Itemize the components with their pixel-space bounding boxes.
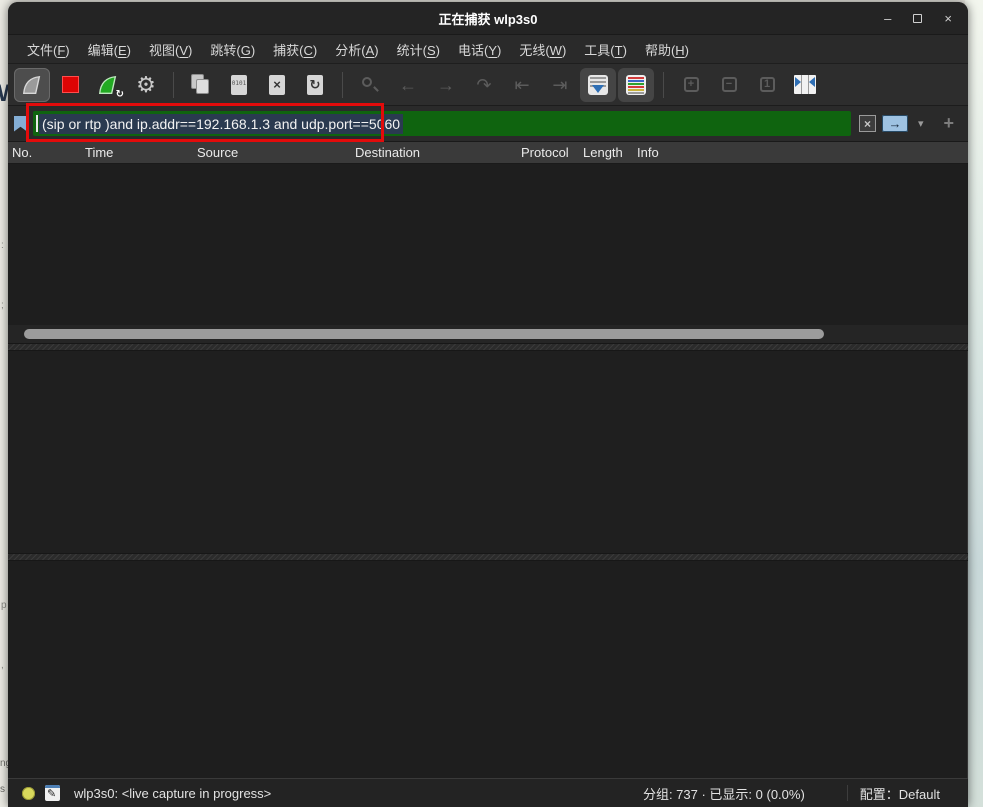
column-protocol[interactable]: Protocol	[521, 145, 569, 160]
window-title: 正在捕获 wlp3s0	[8, 9, 968, 28]
auto-scroll-button[interactable]	[580, 68, 616, 102]
go-forward-button[interactable]: →	[428, 68, 464, 102]
filter-text-selected: (sip or rtp )and ip.addr==192.168.1.3 an…	[39, 114, 403, 134]
resize-columns-icon	[794, 75, 816, 94]
resize-columns-button[interactable]	[787, 68, 823, 102]
background-text-fragment: ;	[1, 300, 4, 311]
capture-comment-icon[interactable]: ✎	[45, 785, 60, 801]
zoom-out-button[interactable]: −	[711, 68, 747, 102]
reload-file-icon: ↻	[307, 75, 323, 95]
save-file-icon: 0101	[231, 75, 247, 95]
filter-history-dropdown[interactable]: ▾	[914, 117, 928, 130]
column-info[interactable]: Info	[637, 145, 659, 160]
column-source[interactable]: Source	[197, 145, 238, 160]
menu-statistics[interactable]: 统计(S)	[388, 36, 449, 63]
close-capture-file-button[interactable]: ×	[259, 68, 295, 102]
menu-file[interactable]: 文件(F)	[18, 36, 79, 63]
filter-toolbar: (sip or rtp )and ip.addr==192.168.1.3 an…	[8, 106, 968, 142]
first-packet-icon: ⇤	[514, 76, 529, 94]
pane-splitter[interactable]	[8, 343, 968, 351]
go-first-packet-button[interactable]: ⇤	[504, 68, 540, 102]
packet-list-header: No. Time Source Destination Protocol Len…	[8, 142, 968, 164]
menu-analyze[interactable]: 分析(A)	[326, 36, 387, 63]
menu-capture[interactable]: 捕获(C)	[264, 36, 326, 63]
zoom-original-icon: 1	[760, 77, 775, 92]
column-time[interactable]: Time	[85, 145, 113, 160]
menu-tools[interactable]: 工具(T)	[575, 36, 636, 63]
find-packet-button[interactable]	[352, 68, 388, 102]
search-icon	[360, 75, 380, 95]
status-separator	[847, 785, 848, 801]
background-text-fragment: p	[1, 600, 7, 611]
toolbar-separator	[342, 72, 343, 98]
horizontal-scrollbar[interactable]	[8, 325, 968, 343]
zoom-in-button[interactable]: +	[673, 68, 709, 102]
auto-scroll-icon	[588, 75, 608, 95]
zoom-out-icon: −	[722, 77, 737, 92]
menu-telephony[interactable]: 电话(Y)	[449, 36, 510, 63]
zoom-original-button[interactable]: 1	[749, 68, 785, 102]
stop-square-icon	[62, 76, 79, 93]
open-capture-file-button[interactable]	[183, 68, 219, 102]
display-filter-input[interactable]: (sip or rtp )and ip.addr==192.168.1.3 an…	[33, 111, 851, 136]
pencil-icon: ✎	[47, 787, 56, 800]
reload-capture-file-button[interactable]: ↻	[297, 68, 333, 102]
last-packet-icon: ⇥	[552, 76, 567, 94]
goto-arrow-icon: ↷	[476, 76, 491, 94]
menu-wireless[interactable]: 无线(W)	[510, 36, 575, 63]
colorize-button[interactable]	[618, 68, 654, 102]
background-text-fragment: :	[1, 240, 4, 251]
go-back-button[interactable]: ←	[390, 68, 426, 102]
wireshark-window: 正在捕获 wlp3s0 – × 文件(F) 编辑(E) 视图(V) 跳转(G) …	[8, 2, 968, 807]
packet-list-pane[interactable]	[8, 164, 968, 325]
back-arrow-icon: ←	[399, 76, 417, 94]
go-to-packet-button[interactable]: ↷	[466, 68, 502, 102]
save-capture-file-button[interactable]: 0101	[221, 68, 257, 102]
column-no[interactable]: No.	[12, 145, 32, 160]
text-cursor	[36, 115, 38, 132]
column-destination[interactable]: Destination	[355, 145, 420, 160]
add-filter-button[interactable]: +	[933, 113, 960, 134]
restart-capture-button[interactable]: ↻	[90, 68, 126, 102]
packet-details-pane[interactable]	[8, 351, 968, 553]
background-text-fragment: ,	[1, 660, 4, 671]
column-length[interactable]: Length	[583, 145, 623, 160]
expert-info-icon[interactable]	[22, 787, 35, 800]
background-text-fragment: s	[0, 784, 5, 795]
clear-filter-button[interactable]: ×	[859, 115, 876, 132]
menu-edit[interactable]: 编辑(E)	[79, 36, 140, 63]
gear-icon: ⚙	[136, 74, 156, 96]
close-icon[interactable]: ×	[944, 12, 952, 25]
profile-text[interactable]: 配置：Default	[860, 784, 958, 803]
open-file-icon	[191, 74, 211, 96]
apply-filter-button[interactable]: →	[882, 115, 908, 132]
toolbar-separator	[663, 72, 664, 98]
menu-view[interactable]: 视图(V)	[140, 36, 201, 63]
restart-arrow-icon: ↻	[116, 89, 124, 100]
packet-count-text: 分组: 737 · 已显示: 0 (0.0%)	[643, 784, 835, 803]
maximize-icon[interactable]	[913, 14, 922, 23]
start-capture-button[interactable]	[14, 68, 50, 102]
titlebar[interactable]: 正在捕获 wlp3s0 – ×	[8, 2, 968, 35]
stop-capture-button[interactable]	[52, 68, 88, 102]
menubar: 文件(F) 编辑(E) 视图(V) 跳转(G) 捕获(C) 分析(A) 统计(S…	[8, 35, 968, 64]
minimize-icon[interactable]: –	[884, 12, 891, 25]
zoom-in-icon: +	[684, 77, 699, 92]
packet-bytes-pane[interactable]	[8, 561, 968, 778]
filter-bookmark-icon[interactable]	[14, 116, 27, 132]
pane-splitter[interactable]	[8, 553, 968, 561]
main-toolbar: ↻ ⚙ 0101 × ↻ ← → ↷ ⇤	[8, 64, 968, 106]
menu-go[interactable]: 跳转(G)	[201, 36, 264, 63]
close-file-icon: ×	[269, 75, 285, 95]
statusbar: ✎ wlp3s0: <live capture in progress> 分组:…	[8, 778, 968, 807]
capture-status-text: wlp3s0: <live capture in progress>	[74, 786, 271, 801]
scrollbar-thumb[interactable]	[24, 329, 824, 339]
colorize-icon	[626, 75, 646, 95]
shark-fin-icon	[21, 74, 43, 96]
toolbar-separator	[173, 72, 174, 98]
capture-options-button[interactable]: ⚙	[128, 68, 164, 102]
go-last-packet-button[interactable]: ⇥	[542, 68, 578, 102]
forward-arrow-icon: →	[437, 76, 455, 94]
menu-help[interactable]: 帮助(H)	[636, 36, 698, 63]
